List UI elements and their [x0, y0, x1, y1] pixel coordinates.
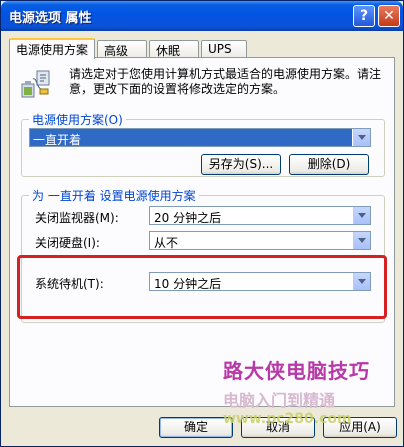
monitor-select[interactable]: 20 分钟之后	[149, 206, 371, 225]
highlight-annotation-box	[17, 255, 387, 319]
tab-advanced[interactable]: 高级	[97, 40, 147, 58]
window-title: 电源选项 属性	[9, 11, 92, 26]
tab-power-schemes[interactable]: 电源使用方案	[9, 38, 95, 59]
help-button[interactable]: ?	[353, 5, 375, 27]
close-icon: ✕	[383, 8, 395, 24]
scheme-select[interactable]: 一直开着	[29, 128, 371, 147]
hard-disk-label: 关闭硬盘(I):	[35, 236, 100, 250]
tab-hibernate[interactable]: 休眠	[149, 40, 199, 58]
help-icon: ?	[359, 8, 369, 24]
close-button[interactable]: ✕	[378, 5, 400, 27]
save-as-button[interactable]: 另存为(S)...	[201, 154, 281, 175]
tab-ups[interactable]: UPS	[201, 40, 247, 58]
intro-text: 请选定对于您使用计算机方式最适合的电源使用方案。请注意，更改下面的设置将修改选定…	[69, 67, 382, 96]
hard-disk-select[interactable]: 从不	[149, 231, 371, 250]
watermark-subtitle: 电脑入门到精通	[223, 391, 336, 410]
watermark-title: 路大侠电脑技巧	[223, 359, 370, 383]
chevron-down-icon[interactable]	[353, 232, 370, 249]
power-options-dialog: 电源选项 属性 ? ✕ 电源使用方案 高级 休眠 UPS 请选定对于您使用计算机…	[0, 0, 404, 447]
monitor-label: 关闭监视器(M):	[35, 211, 119, 225]
title-bar[interactable]: 电源选项 属性 ? ✕	[1, 1, 403, 31]
scheme-group-label: 电源使用方案(O)	[29, 111, 126, 128]
battery-power-icon	[21, 70, 50, 98]
scheme-select-value: 一直开着	[30, 129, 352, 147]
delete-button[interactable]: 删除(D)	[289, 154, 369, 175]
settings-group-label: 为 一直开着 设置电源使用方案	[29, 187, 199, 204]
ok-button[interactable]: 确定	[159, 417, 233, 438]
hard-disk-select-value: 从不	[154, 236, 179, 250]
watermark-url: www.pc280.com	[223, 411, 352, 427]
monitor-select-value: 20 分钟之后	[154, 211, 222, 225]
chevron-down-icon[interactable]	[353, 129, 370, 146]
chevron-down-icon[interactable]	[353, 207, 370, 224]
